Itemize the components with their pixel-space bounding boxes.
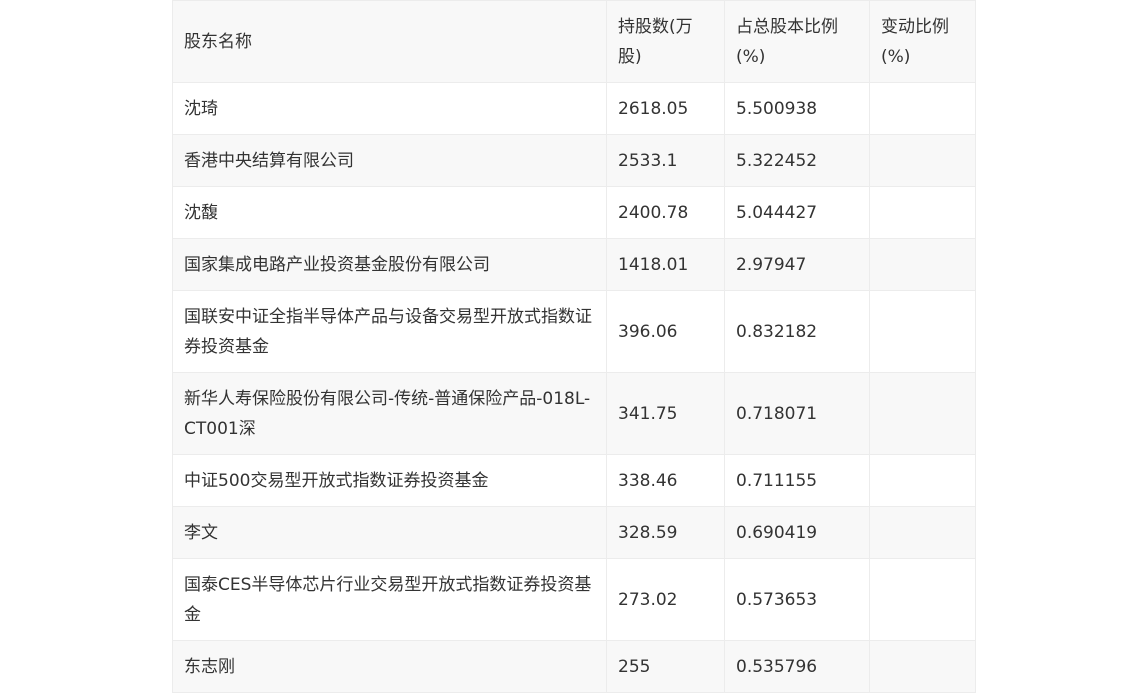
cell-shares: 255 bbox=[606, 640, 725, 693]
cell-name: 国家集成电路产业投资基金股份有限公司 bbox=[172, 238, 607, 291]
cell-ratio: 0.535796 bbox=[724, 640, 870, 693]
shareholder-table-container: 股东名称 持股数(万股) 占总股本比例(%) 变动比例(%) 沈琦 2618.0… bbox=[172, 0, 976, 693]
table-row: 李文 328.59 0.690419 bbox=[172, 506, 976, 559]
cell-ratio: 5.044427 bbox=[724, 186, 870, 239]
cell-ratio: 2.97947 bbox=[724, 238, 870, 291]
shareholder-table: 股东名称 持股数(万股) 占总股本比例(%) 变动比例(%) 沈琦 2618.0… bbox=[172, 0, 976, 693]
cell-shares: 341.75 bbox=[606, 372, 725, 455]
cell-shares: 2533.1 bbox=[606, 134, 725, 187]
cell-change bbox=[869, 82, 976, 135]
table-row: 国联安中证全指半导体产品与设备交易型开放式指数证券投资基金 396.06 0.8… bbox=[172, 290, 976, 373]
table-row: 国家集成电路产业投资基金股份有限公司 1418.01 2.97947 bbox=[172, 238, 976, 291]
cell-ratio: 0.711155 bbox=[724, 454, 870, 507]
cell-change bbox=[869, 372, 976, 455]
cell-name: 国联安中证全指半导体产品与设备交易型开放式指数证券投资基金 bbox=[172, 290, 607, 373]
cell-change bbox=[869, 640, 976, 693]
cell-shares: 396.06 bbox=[606, 290, 725, 373]
table-row: 东志刚 255 0.535796 bbox=[172, 640, 976, 693]
table-header-row: 股东名称 持股数(万股) 占总股本比例(%) 变动比例(%) bbox=[172, 0, 976, 83]
cell-name: 新华人寿保险股份有限公司-传统-普通保险产品-018L-CT001深 bbox=[172, 372, 607, 455]
cell-shares: 2400.78 bbox=[606, 186, 725, 239]
cell-ratio: 0.690419 bbox=[724, 506, 870, 559]
table-row: 新华人寿保险股份有限公司-传统-普通保险产品-018L-CT001深 341.7… bbox=[172, 372, 976, 455]
cell-ratio: 0.573653 bbox=[724, 558, 870, 641]
table-row: 中证500交易型开放式指数证券投资基金 338.46 0.711155 bbox=[172, 454, 976, 507]
cell-name: 中证500交易型开放式指数证券投资基金 bbox=[172, 454, 607, 507]
cell-ratio: 0.832182 bbox=[724, 290, 870, 373]
cell-name: 沈琦 bbox=[172, 82, 607, 135]
cell-change bbox=[869, 558, 976, 641]
cell-change bbox=[869, 238, 976, 291]
header-shares: 持股数(万股) bbox=[606, 0, 725, 83]
table-row: 沈琦 2618.05 5.500938 bbox=[172, 82, 976, 135]
cell-change bbox=[869, 134, 976, 187]
cell-name: 沈馥 bbox=[172, 186, 607, 239]
table-row: 香港中央结算有限公司 2533.1 5.322452 bbox=[172, 134, 976, 187]
table-row: 国泰CES半导体芯片行业交易型开放式指数证券投资基金 273.02 0.5736… bbox=[172, 558, 976, 641]
cell-ratio: 5.322452 bbox=[724, 134, 870, 187]
cell-name: 东志刚 bbox=[172, 640, 607, 693]
cell-name: 李文 bbox=[172, 506, 607, 559]
header-change: 变动比例(%) bbox=[869, 0, 976, 83]
cell-change bbox=[869, 186, 976, 239]
cell-change bbox=[869, 454, 976, 507]
cell-change bbox=[869, 290, 976, 373]
cell-ratio: 5.500938 bbox=[724, 82, 870, 135]
cell-ratio: 0.718071 bbox=[724, 372, 870, 455]
cell-name: 香港中央结算有限公司 bbox=[172, 134, 607, 187]
cell-shares: 328.59 bbox=[606, 506, 725, 559]
cell-shares: 273.02 bbox=[606, 558, 725, 641]
cell-shares: 338.46 bbox=[606, 454, 725, 507]
table-row: 沈馥 2400.78 5.044427 bbox=[172, 186, 976, 239]
cell-shares: 1418.01 bbox=[606, 238, 725, 291]
cell-shares: 2618.05 bbox=[606, 82, 725, 135]
header-shareholder-name: 股东名称 bbox=[172, 0, 607, 83]
header-ratio: 占总股本比例(%) bbox=[724, 0, 870, 83]
cell-change bbox=[869, 506, 976, 559]
cell-name: 国泰CES半导体芯片行业交易型开放式指数证券投资基金 bbox=[172, 558, 607, 641]
